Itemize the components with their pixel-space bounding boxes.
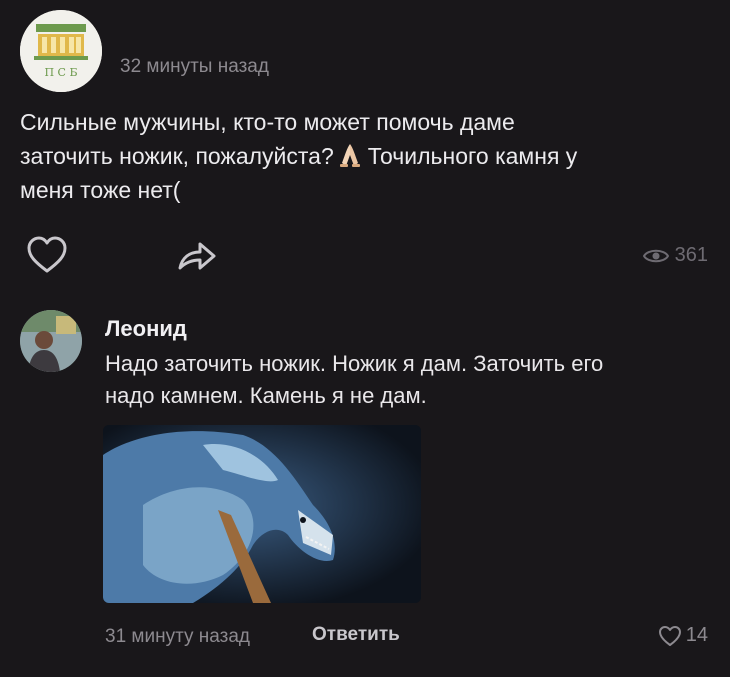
comment-text-line-2: надо камнем. Камень я не дам. (105, 383, 427, 408)
share-arrow-icon[interactable] (176, 238, 218, 274)
comment-text-line-1: Надо заточить ножик. Ножик я дам. Заточи… (105, 351, 604, 376)
views-counter: 361 (642, 244, 708, 267)
reply-button[interactable]: Ответить (312, 624, 400, 646)
comment-like-button[interactable]: 14 (658, 624, 708, 647)
heart-outline-icon (658, 625, 681, 646)
post-text-line-2: заточить ножик, пожалуйста? (20, 143, 334, 169)
post-text: Сильные мужчины, кто-то может помочь дам… (20, 105, 720, 207)
avatar-caption: П С Б (44, 66, 77, 79)
avatar-photo (20, 310, 82, 372)
heart-outline-icon[interactable] (26, 236, 68, 274)
comment-gif-image[interactable] (103, 425, 421, 603)
comment-timestamp: 31 минуту назад (105, 626, 250, 647)
comment-like-count: 14 (685, 624, 708, 646)
post-text-line-3: Точильного камня у (367, 143, 578, 169)
group-logo: П С Б (20, 10, 102, 92)
comment-author-avatar[interactable] (20, 310, 82, 372)
views-count: 361 (674, 244, 708, 266)
post-timestamp: 32 минуты назад (120, 56, 269, 77)
post-text-line-4: меня тоже нет( (20, 177, 181, 203)
creature-image (103, 425, 421, 603)
post-text-line-1: Сильные мужчины, кто-то может помочь дам… (20, 109, 515, 135)
group-avatar[interactable]: П С Б (20, 10, 102, 92)
eye-icon (642, 249, 669, 262)
praying-hands-icon (339, 144, 360, 167)
comment-author-name[interactable]: Леонид (105, 316, 187, 342)
comment-text: Надо заточить ножик. Ножик я дам. Заточи… (105, 348, 715, 412)
